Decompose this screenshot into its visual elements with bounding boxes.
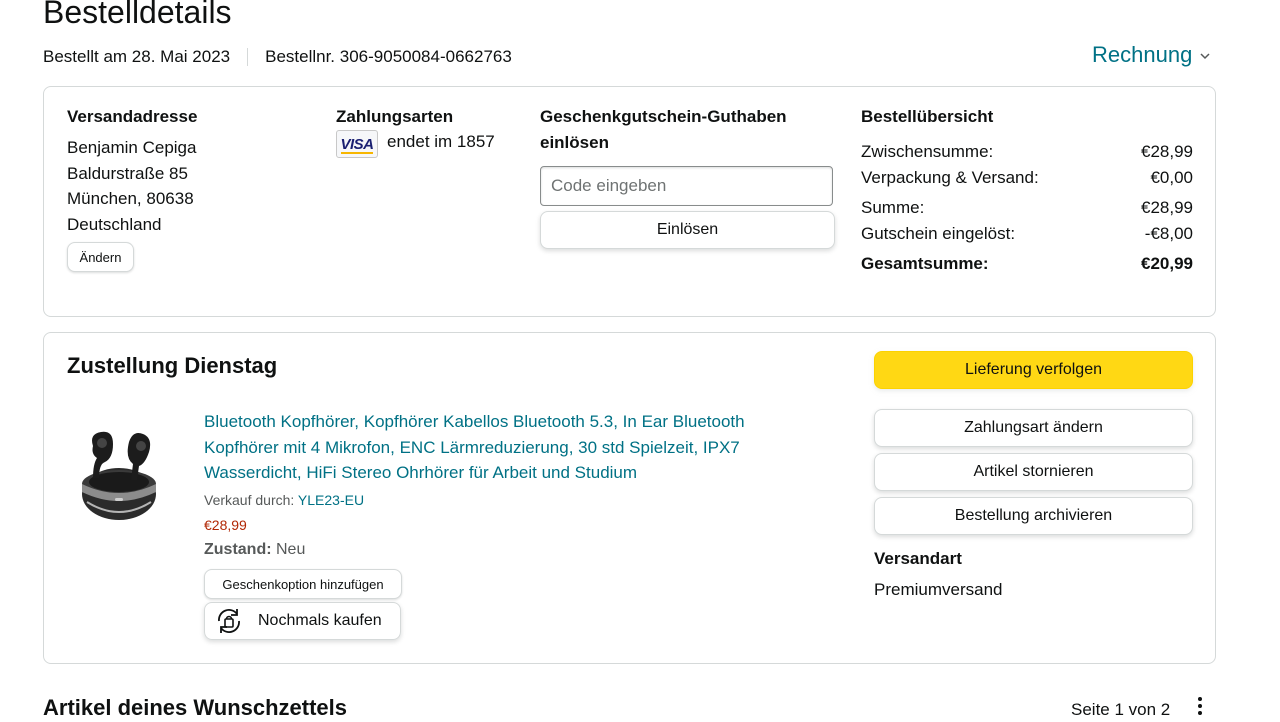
archive-order-button[interactable]: Bestellung archivieren — [874, 497, 1193, 535]
summary-row: Gutschein eingelöst: -€8,00 — [861, 221, 1193, 247]
summary-label: Summe: — [861, 198, 925, 217]
product-condition: Zustand: Neu — [204, 540, 305, 560]
visa-card-icon: VISA — [336, 130, 378, 158]
gift-card-heading-line2: einlösen — [540, 133, 609, 152]
summary-total-row: Gesamtsumme: €20,99 — [861, 251, 1193, 277]
shipping-address: Benjamin Cepiga Baldurstraße 85 München,… — [67, 135, 196, 237]
gift-card-heading-line1: Geschenkgutschein-Guthaben — [540, 107, 787, 126]
gift-code-input[interactable] — [540, 166, 833, 206]
chevron-down-icon — [1200, 42, 1210, 70]
track-package-button[interactable]: Lieferung verfolgen — [874, 351, 1193, 389]
delivery-card: Zustellung Dienstag Bluetooth Kopfhörer,… — [43, 332, 1216, 664]
order-number: Bestellnr. 306-9050084-0662763 — [265, 47, 512, 66]
total-label: Gesamtsumme: — [861, 254, 989, 273]
sold-by: Verkauf durch: YLE23-EU — [204, 491, 364, 509]
divider — [247, 48, 249, 66]
address-line: Deutschland — [67, 214, 162, 234]
change-payment-button[interactable]: Zahlungsart ändern — [874, 409, 1193, 447]
product-title-link[interactable]: Bluetooth Kopfhörer, Kopfhörer Kabellos … — [204, 409, 804, 486]
buy-again-icon — [212, 604, 246, 638]
seller-link[interactable]: YLE23-EU — [298, 492, 364, 508]
summary-value: €28,99 — [1141, 198, 1193, 217]
delivery-heading: Zustellung Dienstag — [67, 353, 278, 378]
address-line: Baldurstraße 85 — [67, 163, 188, 183]
order-meta: Bestellt am 28. Mai 2023 Bestellnr. 306-… — [43, 46, 512, 68]
summary-label: Zwischensumme: — [861, 142, 994, 161]
buy-again-label: Nochmals kaufen — [258, 612, 382, 629]
sold-by-label: Verkauf durch: — [204, 492, 295, 508]
total-value: €20,99 — [1141, 254, 1193, 273]
summary-row: Zwischensumme: €28,99 — [861, 139, 1193, 165]
order-date: Bestellt am 28. Mai 2023 — [43, 47, 231, 66]
address-line: Benjamin Cepiga — [67, 138, 197, 157]
summary-label: Gutschein eingelöst: — [861, 223, 1016, 243]
summary-row: Verpackung & Versand: €0,00 — [861, 165, 1193, 191]
shipping-address-heading: Versandadresse — [67, 107, 198, 126]
add-gift-option-button[interactable]: Geschenkoption hinzufügen — [204, 569, 402, 599]
order-summary: Zwischensumme: €28,99 Verpackung & Versa… — [861, 139, 1193, 277]
gift-card-heading: Geschenkgutschein-Guthaben einlösen — [540, 104, 787, 156]
address-line: München, 80638 — [67, 189, 194, 208]
summary-value: €28,99 — [1141, 142, 1193, 161]
cancel-items-button[interactable]: Artikel stornieren — [874, 453, 1193, 491]
payment-heading: Zahlungsarten — [336, 107, 454, 126]
wishlist-heading: Artikel deines Wunschzettels — [43, 695, 348, 720]
invoice-dropdown[interactable]: Rechnung — [1092, 40, 1210, 70]
invoice-label: Rechnung — [1092, 42, 1193, 67]
wishlist-pager: Seite 1 von 2 — [1071, 700, 1171, 719]
product-image[interactable] — [79, 406, 159, 526]
summary-value: -€8,00 — [1144, 223, 1193, 243]
summary-row: Summe: €28,99 — [861, 195, 1193, 221]
change-address-button[interactable]: Ändern — [67, 242, 134, 272]
order-info-card: Versandadresse Benjamin Cepiga Baldurstr… — [43, 86, 1216, 317]
buy-again-button[interactable]: Nochmals kaufen — [204, 602, 401, 640]
shipping-method-heading: Versandart — [874, 549, 962, 568]
card-ending: endet im 1857 — [387, 132, 495, 151]
redeem-button[interactable]: Einlösen — [540, 211, 835, 249]
more-options-icon[interactable] — [1190, 697, 1210, 721]
product-price: €28,99 — [204, 517, 247, 533]
summary-value: €0,00 — [1150, 167, 1193, 187]
condition-value: Neu — [276, 541, 306, 558]
shipping-method-value: Premiumversand — [874, 580, 1003, 599]
condition-label: Zustand: — [204, 541, 272, 558]
page-title: Bestelldetails — [43, 0, 232, 30]
summary-heading: Bestellübersicht — [861, 107, 994, 126]
summary-label: Verpackung & Versand: — [861, 167, 1039, 187]
